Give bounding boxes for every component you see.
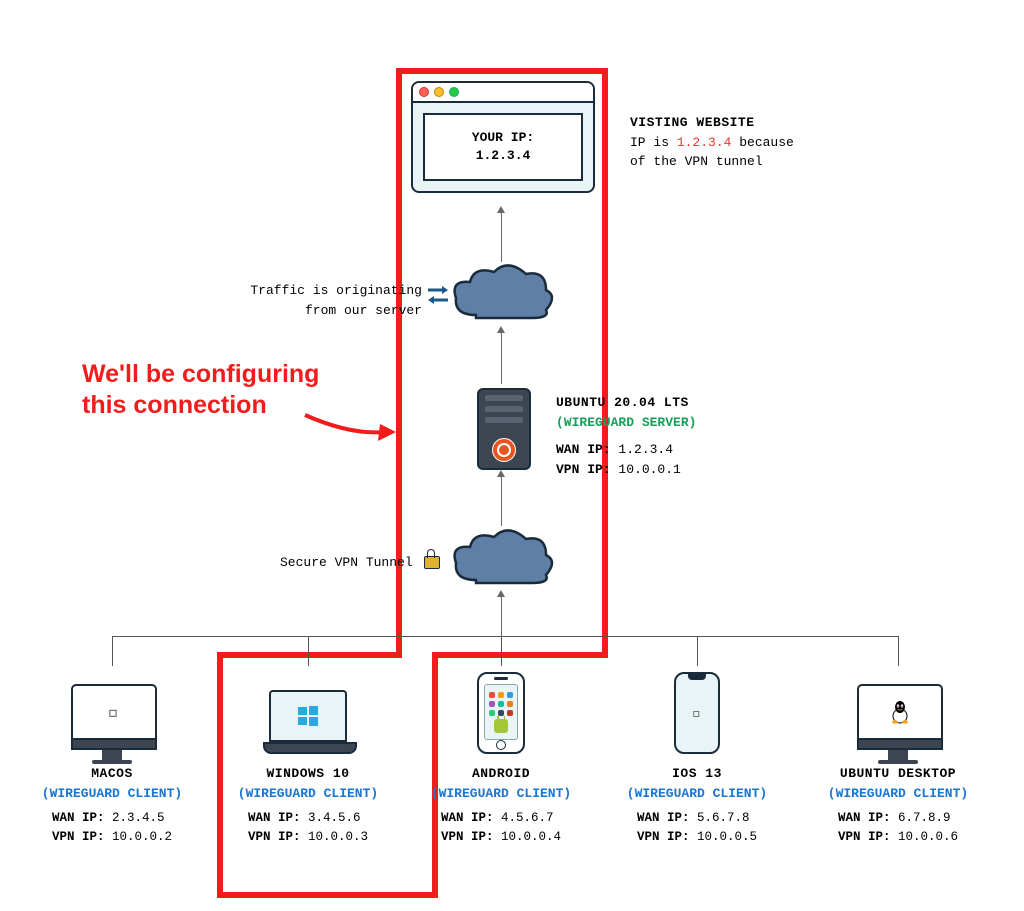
client-vpn: 10.0.0.4	[501, 830, 561, 844]
client-bus-line	[112, 636, 898, 637]
apple-logo-icon: 	[692, 704, 702, 722]
ubuntu-logo-icon	[492, 438, 516, 462]
internet-cloud-icon	[446, 260, 558, 332]
client-role: (WIREGUARD CLIENT)	[22, 784, 202, 804]
client-vpn: 10.0.0.6	[898, 830, 958, 844]
maximize-icon	[449, 87, 459, 97]
your-ip-value: 1.2.3.4	[433, 147, 573, 165]
website-annotation-title: VISTING WEBSITE	[630, 113, 794, 133]
client-wan: 4.5.6.7	[501, 811, 554, 825]
your-ip-label: YOUR IP:	[433, 129, 573, 147]
client-role: (WIREGUARD CLIENT)	[808, 784, 988, 804]
traffic-origin-annotation: Traffic is originating from our server	[242, 281, 422, 320]
tunnel-annotation: Secure VPN Tunnel	[280, 553, 440, 573]
vpn-server-icon	[477, 388, 531, 470]
server-vpn-row: VPN IP: 10.0.0.1	[556, 460, 696, 480]
client-vpn: 10.0.0.2	[112, 830, 172, 844]
bidirectional-arrow-icon	[426, 283, 450, 307]
client-wan: 6.7.8.9	[898, 811, 951, 825]
window-titlebar	[413, 83, 593, 103]
client-android: ANDROID (WIREGUARD CLIENT) WAN IP: 4.5.6…	[411, 668, 591, 847]
arrow-tunnel-to-server	[501, 476, 502, 526]
client-role: (WIREGUARD CLIENT)	[607, 784, 787, 804]
client-name: IOS 13	[607, 764, 787, 784]
client-ios:  IOS 13 (WIREGUARD CLIENT) WAN IP: 5.6.…	[607, 668, 787, 847]
client-vpn: 10.0.0.3	[308, 830, 368, 844]
iphone-icon: 	[674, 672, 720, 754]
client-name: UBUNTU DESKTOP	[808, 764, 988, 784]
windows-logo-icon	[297, 705, 319, 727]
server-annotation: UBUNTU 20.04 LTS (WIREGUARD SERVER) WAN …	[556, 393, 696, 479]
client-name: ANDROID	[411, 764, 591, 784]
client-macos:  MACOS (WIREGUARD CLIENT) WAN IP: 2.3.4…	[22, 668, 202, 847]
browser-content: YOUR IP: 1.2.3.4	[423, 113, 583, 181]
apple-logo-icon: 	[108, 701, 120, 724]
arrow-cloud-to-browser	[501, 212, 502, 262]
tux-logo-icon	[890, 700, 910, 724]
client-name: WINDOWS 10	[218, 764, 398, 784]
minimize-icon	[434, 87, 444, 97]
android-logo-icon	[494, 719, 508, 733]
website-annotation-line1: IP is 1.2.3.4 because	[630, 133, 794, 153]
client-name: MACOS	[22, 764, 202, 784]
callout-arrow-icon	[300, 400, 400, 450]
destination-website-window: YOUR IP: 1.2.3.4	[411, 81, 595, 193]
client-vpn: 10.0.0.5	[697, 830, 757, 844]
vpn-topology-diagram: YOUR IP: 1.2.3.4 VISTING WEBSITE IP is 1…	[0, 0, 1024, 911]
client-wan: 3.4.5.6	[308, 811, 361, 825]
arrow-bus-to-tunnel	[501, 596, 502, 636]
highlighted-ip: 1.2.3.4	[677, 135, 732, 150]
client-windows: WINDOWS 10 (WIREGUARD CLIENT) WAN IP: 3.…	[218, 668, 398, 847]
website-annotation: VISTING WEBSITE IP is 1.2.3.4 because of…	[630, 113, 794, 172]
website-annotation-line2: of the VPN tunnel	[630, 152, 794, 172]
server-wan-row: WAN IP: 1.2.3.4	[556, 440, 696, 460]
imac-icon: 	[71, 684, 153, 754]
client-role: (WIREGUARD CLIENT)	[411, 784, 591, 804]
client-role: (WIREGUARD CLIENT)	[218, 784, 398, 804]
client-wan: 2.3.4.5	[112, 811, 165, 825]
client-ubuntu-desktop: UBUNTU DESKTOP (WIREGUARD CLIENT) WAN IP…	[808, 668, 988, 847]
arrow-server-to-cloud	[501, 332, 502, 384]
callout-text: We'll be configuring this connection	[82, 359, 319, 422]
android-phone-icon	[477, 672, 525, 754]
client-wan: 5.6.7.8	[697, 811, 750, 825]
desktop-icon	[857, 684, 939, 754]
lock-icon	[424, 556, 440, 569]
server-os-label: UBUNTU 20.04 LTS	[556, 393, 696, 413]
server-role-label: (WIREGUARD SERVER)	[556, 413, 696, 433]
vpn-tunnel-cloud-icon	[446, 525, 558, 597]
close-icon	[419, 87, 429, 97]
laptop-icon	[263, 690, 353, 754]
